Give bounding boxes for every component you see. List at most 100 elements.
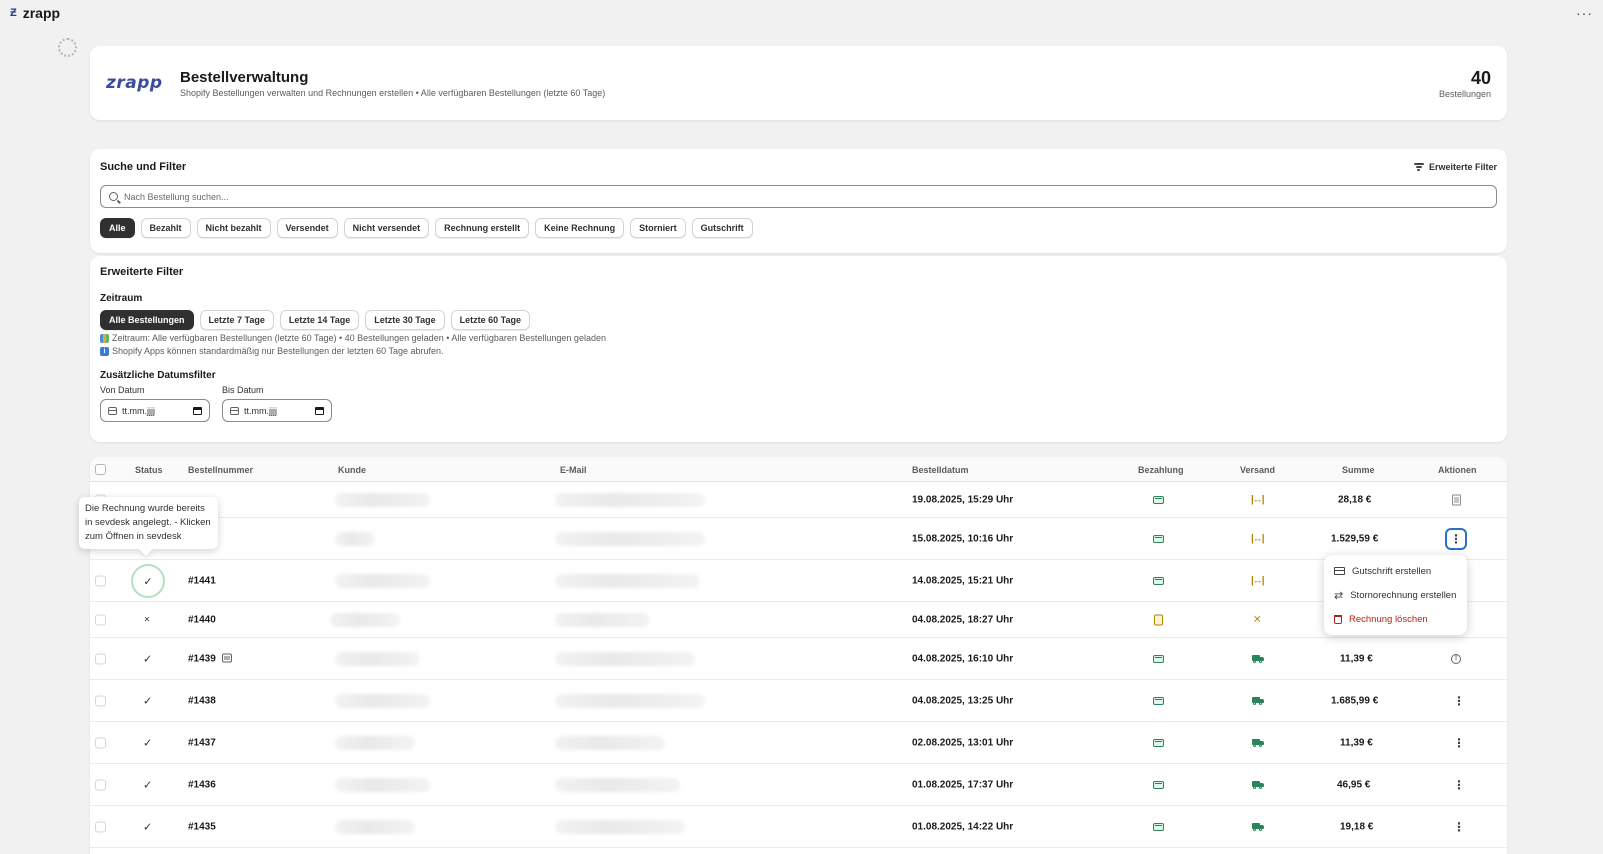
row-checkbox[interactable]	[95, 575, 106, 586]
row-checkbox[interactable]	[95, 653, 106, 664]
row-checkbox[interactable]	[95, 821, 106, 832]
more-actions-icon[interactable]: ⋮	[1453, 737, 1465, 749]
status-invoice-created-hover-icon[interactable]: ✓	[131, 564, 165, 598]
chart-icon	[100, 333, 109, 343]
customer-name-redacted	[335, 693, 430, 708]
col-order-number[interactable]: Bestellnummer	[188, 465, 253, 475]
to-date-placeholder: tt.mm.jjjj	[244, 405, 277, 416]
filter-pill-rechnung-erstellt[interactable]: Rechnung erstellt	[435, 218, 530, 238]
filter-pill-bezahlt[interactable]: Bezahlt	[140, 218, 191, 238]
filter-pill-versendet[interactable]: Versendet	[276, 218, 338, 238]
table-row[interactable]: ✓ #1435 01.08.2025, 14:22 Uhr 19,18 € ⋮	[90, 806, 1507, 848]
more-actions-icon[interactable]: ⋮	[1445, 527, 1467, 550]
more-actions-icon[interactable]: ⋮	[1453, 695, 1465, 707]
select-all-checkbox[interactable]	[95, 464, 106, 475]
order-total: 1.529,59 €	[1331, 533, 1379, 544]
order-number[interactable]: #1441	[188, 575, 216, 586]
more-options-icon[interactable]: ···	[1576, 5, 1593, 21]
table-row[interactable]: ✓ #1437 02.08.2025, 13:01 Uhr 11,39 € ⋮	[90, 722, 1507, 764]
col-email[interactable]: E-Mail	[560, 465, 587, 475]
order-date: 04.08.2025, 16:10 Uhr	[912, 653, 1014, 664]
row-alert-icon[interactable]: !	[1451, 653, 1461, 664]
search-section-title: Suche und Filter	[100, 161, 187, 173]
table-row[interactable]: 15.08.2025, 10:16 Uhr |↔| 1.529,59 € ⋮	[90, 518, 1507, 560]
menu-item-create-cancellation-invoice[interactable]: ⇄ Stornorechnung erstellen	[1328, 583, 1463, 607]
period-pill-all[interactable]: Alle Bestellungen	[100, 310, 194, 330]
table-row[interactable]: × #1440 04.08.2025, 18:27 Uhr ✕	[90, 602, 1507, 638]
order-date: 01.08.2025, 14:22 Uhr	[912, 821, 1014, 832]
table-row[interactable]: ✓ #1436 01.08.2025, 17:37 Uhr 46,95 € ⋮	[90, 764, 1507, 806]
search-field[interactable]	[100, 185, 1497, 208]
period-pills: Alle Bestellungen Letzte 7 Tage Letzte 1…	[100, 310, 1497, 330]
order-total: 46,95 €	[1337, 779, 1371, 790]
advanced-filter-button[interactable]: Erweiterte Filter	[1413, 162, 1497, 172]
shipping-pending-icon: |↔|	[1251, 533, 1265, 544]
menu-item-delete-invoice[interactable]: Rechnung löschen	[1328, 607, 1463, 631]
status-invoice-created-icon[interactable]: ✓	[143, 778, 152, 791]
from-date-input[interactable]: tt.mm.jjjj	[100, 399, 210, 422]
order-date: 01.08.2025, 17:37 Uhr	[912, 779, 1014, 790]
email-redacted	[555, 819, 685, 834]
date-picker-icon[interactable]	[315, 406, 324, 415]
row-checkbox[interactable]	[95, 695, 106, 706]
order-number[interactable]: #1438	[188, 695, 216, 706]
period-pill-60-days[interactable]: Letzte 60 Tage	[450, 310, 530, 330]
col-customer[interactable]: Kunde	[338, 465, 366, 475]
col-status[interactable]: Status	[135, 465, 163, 475]
order-total: 11,39 €	[1340, 653, 1373, 664]
status-no-invoice-icon[interactable]: ×	[144, 614, 150, 625]
status-invoice-created-icon[interactable]: ✓	[143, 820, 152, 833]
status-invoice-created-icon[interactable]: ✓	[143, 736, 152, 749]
more-actions-icon[interactable]: ⋮	[1453, 821, 1465, 833]
invoice-document-icon[interactable]	[1452, 494, 1461, 505]
payment-paid-icon	[1153, 534, 1164, 543]
period-pill-7-days[interactable]: Letzte 7 Tage	[199, 310, 274, 330]
filter-pill-nicht-bezahlt[interactable]: Nicht bezahlt	[196, 218, 271, 238]
search-input[interactable]	[124, 191, 1488, 202]
col-shipping[interactable]: Versand	[1240, 465, 1275, 475]
menu-item-create-credit-note[interactable]: Gutschrift erstellen	[1328, 559, 1463, 583]
row-checkbox[interactable]	[95, 779, 106, 790]
table-row[interactable]: #1441 14.08.2025, 15:21 Uhr |↔|	[90, 560, 1507, 602]
order-number[interactable]: #1437	[188, 737, 216, 748]
col-payment[interactable]: Bezahlung	[1138, 465, 1184, 475]
email-redacted	[555, 735, 665, 750]
col-actions: Aktionen	[1438, 465, 1477, 475]
row-actions-button[interactable]: ⋮	[1445, 527, 1467, 550]
loading-spinner-icon	[58, 38, 77, 57]
date-picker-icon[interactable]	[193, 406, 202, 415]
period-pill-30-days[interactable]: Letzte 30 Tage	[365, 310, 445, 330]
status-invoice-created-icon[interactable]: ✓	[143, 694, 152, 707]
to-date-input[interactable]: tt.mm.jjjj	[222, 399, 332, 422]
table-header: Status Bestellnummer Kunde E-Mail Bestel…	[90, 457, 1507, 482]
filter-pill-nicht-versendet[interactable]: Nicht versendet	[343, 218, 430, 238]
filter-pill-alle[interactable]: Alle	[100, 218, 135, 238]
filter-pill-keine-rechnung[interactable]: Keine Rechnung	[535, 218, 625, 238]
status-tooltip: Die Rechnung wurde bereits in sevdesk an…	[79, 497, 218, 549]
col-total[interactable]: Summe	[1342, 465, 1375, 475]
status-invoice-created-icon[interactable]: ✓	[143, 652, 152, 665]
col-order-date[interactable]: Bestelldatum	[912, 465, 969, 475]
order-number[interactable]: #1440	[188, 614, 216, 625]
payment-paid-icon	[1153, 738, 1164, 747]
app-brand: Ƶ zrapp	[10, 5, 60, 21]
table-row[interactable]: ✓ #1439 04.08.2025, 16:10 Uhr 11,39 € !	[90, 638, 1507, 680]
row-checkbox[interactable]	[95, 614, 106, 625]
note-icon[interactable]	[221, 653, 232, 663]
period-pill-14-days[interactable]: Letzte 14 Tage	[279, 310, 360, 330]
table-row[interactable]: ✓ #1438 04.08.2025, 13:25 Uhr 1.685,99 €…	[90, 680, 1507, 722]
customer-name-redacted	[335, 651, 420, 666]
period-info: Zeitraum: Alle verfügbaren Bestellungen …	[100, 333, 1497, 343]
payment-paid-icon	[1153, 576, 1164, 585]
row-checkbox[interactable]	[95, 737, 106, 748]
filter-pill-gutschrift[interactable]: Gutschrift	[691, 218, 753, 238]
order-number[interactable]: #1436	[188, 779, 216, 790]
order-number[interactable]: #1435	[188, 821, 216, 832]
order-number[interactable]: #1439	[188, 653, 232, 664]
table-row[interactable]: 19.08.2025, 15:29 Uhr |↔| 28,18 €	[90, 482, 1507, 518]
app-topbar: Ƶ zrapp ···	[0, 0, 1603, 26]
brand-logo: zrapp	[106, 73, 163, 93]
email-redacted	[555, 651, 695, 666]
more-actions-icon[interactable]: ⋮	[1453, 779, 1465, 791]
filter-pill-storniert[interactable]: Storniert	[630, 218, 686, 238]
